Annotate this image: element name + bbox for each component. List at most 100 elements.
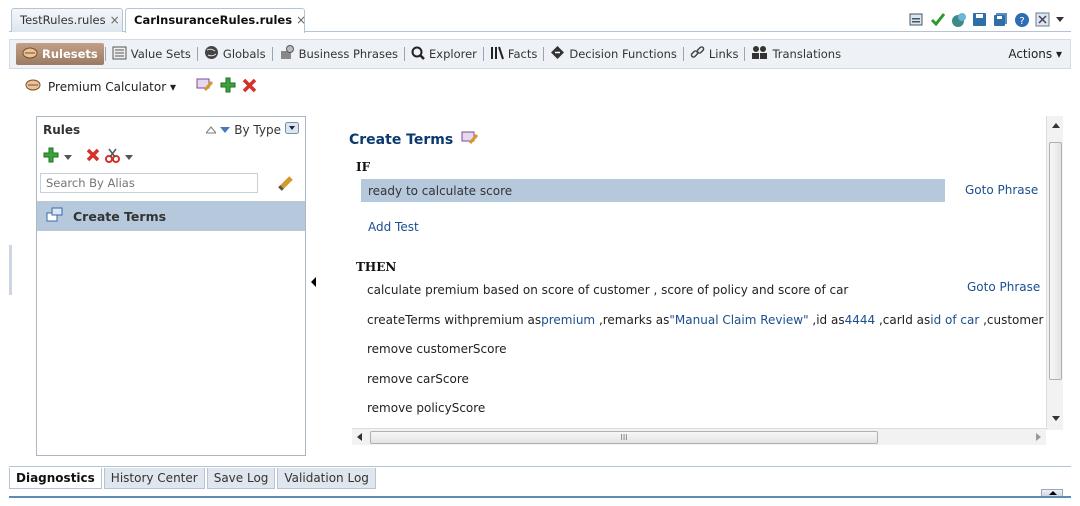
save-all-icon[interactable] xyxy=(992,11,1009,28)
test-function-icon[interactable] xyxy=(950,11,967,28)
nav-label: Links xyxy=(708,47,739,61)
tab-save-log[interactable]: Save Log xyxy=(206,468,276,489)
rule-name: Create Terms xyxy=(73,208,167,224)
sort-ascending-icon[interactable] xyxy=(205,123,218,137)
chevron-down-icon[interactable] xyxy=(1055,11,1065,28)
if-condition-row[interactable]: ready to calculate score xyxy=(361,179,945,202)
validate-check-icon[interactable] xyxy=(929,11,946,28)
close-icon[interactable]: × xyxy=(110,13,120,27)
separator xyxy=(104,47,106,61)
save-icon[interactable] xyxy=(971,11,988,28)
delete-icon[interactable] xyxy=(242,78,257,96)
nav-translations[interactable]: Translations xyxy=(746,43,846,65)
separator xyxy=(271,47,273,61)
rules-editor-app: TestRules.rules × CarInsuranceRules.rules… xyxy=(9,5,1071,498)
rule-list-item[interactable]: Create Terms xyxy=(37,201,305,231)
horizontal-scroll-thumb[interactable]: III xyxy=(370,431,878,444)
bottom-panel: Diagnostics History Center Save Log Vali… xyxy=(9,466,1071,497)
tab-label: TestRules.rules xyxy=(20,13,106,27)
nav-value-sets[interactable]: Value Sets xyxy=(107,43,196,65)
translations-icon xyxy=(751,45,768,63)
close-editor-icon[interactable] xyxy=(1034,11,1051,28)
action-text: ,remarks as xyxy=(595,313,670,327)
tab-testrules[interactable]: TestRules.rules × xyxy=(11,8,123,32)
editor-tab-strip: TestRules.rules × CarInsuranceRules.rules… xyxy=(9,5,1071,33)
nav-links[interactable]: Links xyxy=(685,43,744,65)
edit-ruleset-icon[interactable] xyxy=(196,77,214,96)
ruleset-selector[interactable]: Premium Calculator ▾ xyxy=(48,80,176,94)
pencil-icon[interactable] xyxy=(277,175,295,194)
editor-toolbar: ? xyxy=(908,11,1065,28)
close-icon[interactable]: × xyxy=(296,13,306,27)
decision-functions-icon xyxy=(550,45,565,63)
add-icon[interactable] xyxy=(220,77,236,96)
action-line[interactable]: remove policyScore xyxy=(367,401,485,415)
tab-history-center[interactable]: History Center xyxy=(103,468,205,489)
dictionary-icon[interactable] xyxy=(908,11,925,28)
ruleset-toolbar: Premium Calculator ▾ xyxy=(25,77,257,96)
dropdown-icon[interactable] xyxy=(285,122,299,137)
vertical-scroll-thumb[interactable] xyxy=(1049,142,1062,380)
actions-menu[interactable]: Actions ▾ xyxy=(1008,47,1062,61)
delete-rule-icon[interactable] xyxy=(86,148,100,165)
nav-label: Rulesets xyxy=(42,47,98,61)
search-input[interactable] xyxy=(40,173,258,193)
chevron-down-icon[interactable] xyxy=(64,150,72,164)
rule-editor: Create Terms IF ready to calculate score… xyxy=(324,116,1044,426)
scroll-left-icon[interactable] xyxy=(357,433,362,441)
nav-label: Explorer xyxy=(429,47,477,61)
rule-title: Create Terms xyxy=(349,130,479,150)
nav-globals[interactable]: Globals xyxy=(199,43,271,65)
nav-business-phrases[interactable]: Business Phrases xyxy=(274,43,403,65)
separator xyxy=(196,47,198,61)
nav-label: Globals xyxy=(222,47,266,61)
scroll-right-icon[interactable] xyxy=(1036,433,1041,441)
sort-by-label: By Type xyxy=(234,122,281,137)
scroll-down-icon[interactable] xyxy=(1052,416,1060,421)
link-icon xyxy=(690,45,705,63)
action-value[interactable]: premium xyxy=(541,313,595,327)
chevron-down-icon[interactable] xyxy=(125,150,133,164)
action-line[interactable]: calculate premium based on score of cust… xyxy=(367,283,848,297)
action-value[interactable]: id of car xyxy=(930,313,979,327)
nav-rulesets[interactable]: Rulesets xyxy=(16,43,104,65)
goto-phrase-link[interactable]: Goto Phrase xyxy=(967,280,1040,294)
help-icon[interactable]: ? xyxy=(1013,11,1030,28)
edit-rule-icon[interactable] xyxy=(461,130,479,150)
tab-label: CarInsuranceRules.rules xyxy=(134,13,293,27)
globe-icon xyxy=(204,45,219,63)
tab-validation-log[interactable]: Validation Log xyxy=(277,468,376,489)
separator xyxy=(744,47,746,61)
separator xyxy=(543,47,545,61)
sort-descending-icon[interactable] xyxy=(220,123,231,137)
horizontal-scrollbar[interactable]: III xyxy=(352,428,1046,445)
action-value[interactable]: 4444 xyxy=(845,313,876,327)
rules-panel-title: Rules xyxy=(43,123,81,137)
action-text: ,customerId as xyxy=(983,313,1044,327)
action-line[interactable]: createTerms withpremium aspremium ,remar… xyxy=(367,313,1044,327)
nav-facts[interactable]: Facts xyxy=(485,43,542,65)
cut-icon[interactable] xyxy=(105,148,120,166)
rule-icon xyxy=(46,207,63,225)
rule-title-text: Create Terms xyxy=(349,132,454,148)
sort-control[interactable]: By Type xyxy=(205,122,299,137)
nav-explorer[interactable]: Explorer xyxy=(406,43,482,65)
action-line[interactable]: remove carScore xyxy=(367,372,469,386)
action-line[interactable]: remove customerScore xyxy=(367,342,507,356)
bottom-border xyxy=(9,496,1071,498)
scroll-up-icon[interactable] xyxy=(1052,123,1060,128)
action-value[interactable]: "Manual Claim Review" xyxy=(669,313,808,327)
tab-diagnostics[interactable]: Diagnostics xyxy=(9,468,102,489)
nav-label: Translations xyxy=(772,47,842,61)
collapse-panel-handle[interactable] xyxy=(311,277,316,287)
tab-carinsurancerules[interactable]: CarInsuranceRules.rules × xyxy=(125,8,306,33)
nav-label: Decision Functions xyxy=(569,47,677,61)
goto-phrase-link[interactable]: Goto Phrase xyxy=(965,183,1038,197)
nav-decision-functions[interactable]: Decision Functions xyxy=(545,43,682,65)
action-text: ,id as xyxy=(808,313,845,327)
separator xyxy=(404,47,406,61)
add-test-link[interactable]: Add Test xyxy=(368,220,419,234)
search-icon xyxy=(411,46,425,63)
add-rule-icon[interactable] xyxy=(43,147,59,166)
vertical-scrollbar[interactable] xyxy=(1046,116,1063,430)
